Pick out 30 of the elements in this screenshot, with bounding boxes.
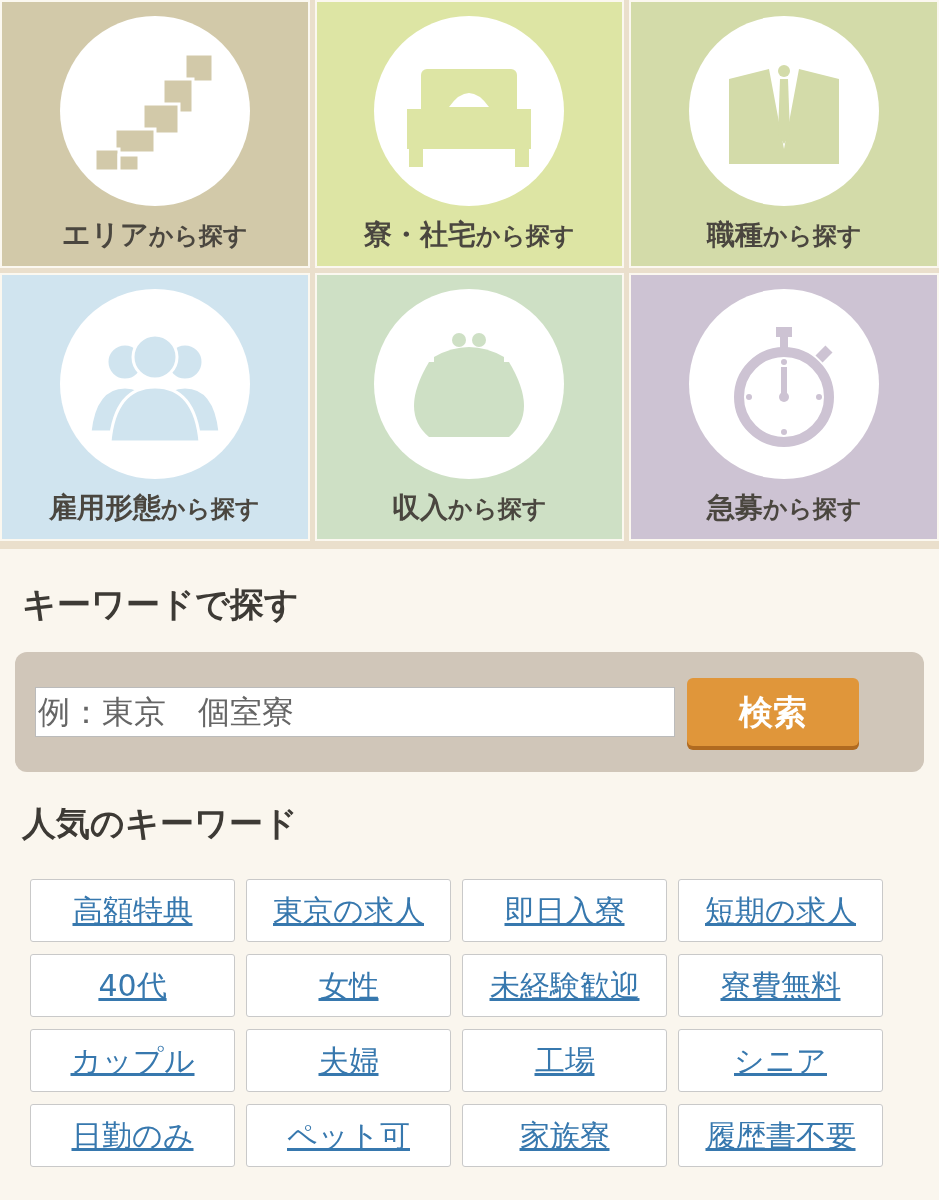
keyword-tag[interactable]: 即日入寮 xyxy=(462,879,667,942)
keyword-tag[interactable]: 工場 xyxy=(462,1029,667,1092)
category-tile[interactable]: 急募から探す xyxy=(629,273,939,541)
suit-icon xyxy=(729,64,840,164)
keyword-tag[interactable]: 女性 xyxy=(246,954,451,1017)
search-field[interactable]: 例：東京 個室寮 xyxy=(35,687,675,737)
purse-icon xyxy=(414,332,525,437)
keyword-tag[interactable]: シニア xyxy=(678,1029,883,1092)
category-tile[interactable]: 職種から探す xyxy=(629,0,939,268)
keyword-tag[interactable]: 短期の求人 xyxy=(678,879,883,942)
keyword-tag[interactable]: ペット可 xyxy=(246,1104,451,1167)
map-icon xyxy=(93,52,215,172)
section-heading: 人気のキーワード xyxy=(22,802,299,845)
keyword-tag[interactable]: カップル xyxy=(30,1029,235,1092)
keyword-tag[interactable]: 40代 xyxy=(30,954,235,1017)
category-tile[interactable]: エリアから探す xyxy=(0,0,310,268)
keyword-tag[interactable]: 高額特典 xyxy=(30,879,235,942)
keyword-tag[interactable]: 履歴書不要 xyxy=(678,1104,883,1167)
keyword-tag[interactable]: 家族寮 xyxy=(462,1104,667,1167)
bed-icon xyxy=(407,68,532,167)
category-tile[interactable]: 雇用形態から探す xyxy=(0,273,310,541)
category-tile[interactable]: 寮・社宅から探す xyxy=(314,0,625,268)
keyword-tag[interactable]: 未経験歓迎 xyxy=(462,954,667,1017)
keyword-tag[interactable]: 夫婦 xyxy=(246,1029,451,1092)
keyword-tag[interactable]: 東京の求人 xyxy=(246,879,451,942)
stopwatch-icon xyxy=(734,326,835,447)
section-heading: キーワードで探す xyxy=(22,583,300,626)
keyword-tag[interactable]: 日勤のみ xyxy=(30,1104,235,1167)
keyword-tag[interactable]: 寮費無料 xyxy=(678,954,883,1017)
category-tile[interactable]: 収入から探す xyxy=(314,273,625,541)
